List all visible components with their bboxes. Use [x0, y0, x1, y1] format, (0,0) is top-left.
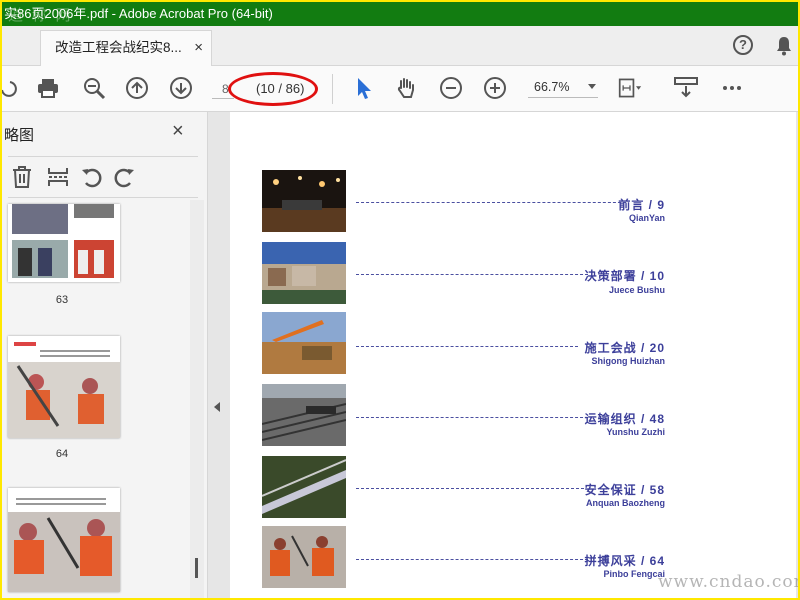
scrollbar-thumb[interactable]: [195, 558, 198, 578]
watermark-url: www.cndao.com: [658, 572, 798, 592]
bell-icon[interactable]: [775, 36, 793, 56]
toc-subtitle: Yunshu Zuzhi: [606, 427, 666, 437]
toc-photo: [262, 312, 346, 374]
toc-photo: [262, 384, 346, 446]
tab-close-icon[interactable]: ×: [194, 31, 203, 65]
main-toolbar: (10 / 86) 66.7%: [2, 66, 798, 112]
hand-icon[interactable]: [394, 76, 418, 100]
thumbnail-page[interactable]: [8, 488, 120, 592]
toc-dashed-line: [356, 488, 584, 489]
chevron-down-icon: [588, 84, 596, 89]
print-icon[interactable]: [36, 76, 60, 100]
toc-photo: [262, 170, 346, 232]
document-view[interactable]: 前言 / 9 QianYan 决策部署 / 10 Juece Bushu 施工会…: [226, 112, 798, 598]
toc-title[interactable]: 拼搏风采 / 64: [585, 552, 665, 569]
pane-close-icon[interactable]: ×: [172, 120, 184, 143]
toc-photo: [262, 242, 346, 304]
highlight-oval: [228, 72, 318, 106]
page-down-icon[interactable]: [169, 76, 193, 100]
zoom-search-icon[interactable]: [82, 76, 106, 100]
scroll-mode-icon[interactable]: [674, 76, 698, 100]
thumbnail-image: [8, 336, 120, 438]
thumbnail-page[interactable]: [8, 336, 120, 438]
pane-title: 略图: [4, 127, 35, 144]
question-circle-icon[interactable]: ?: [733, 35, 753, 55]
tab-bar: 改造工程会战纪实8... × ?: [2, 26, 798, 66]
thumbnail-label: 64: [55, 448, 69, 460]
rotate-icon[interactable]: [2, 76, 20, 100]
toc-subtitle: Shigong Huizhan: [591, 356, 666, 366]
toolbar-divider: [332, 74, 333, 104]
thumbnail-scrollbar[interactable]: [190, 200, 204, 598]
thumbnail-page[interactable]: [8, 204, 120, 282]
app-window: 实86页2006年.pdf - Adobe Acrobat Pro (64-bi…: [2, 2, 798, 598]
toc-dashed-line: [356, 202, 626, 203]
collapse-arrow-icon[interactable]: [214, 402, 220, 412]
zoom-in-icon[interactable]: [483, 76, 507, 100]
pdf-page: 前言 / 9 QianYan 决策部署 / 10 Juece Bushu 施工会…: [230, 112, 796, 598]
toc-dashed-line: [356, 346, 578, 347]
toc-title[interactable]: 施工会战 / 20: [585, 339, 665, 356]
tab-label: 改造工程会战纪实8...: [55, 40, 182, 55]
toc-dashed-line: [356, 274, 588, 275]
toc-dashed-line: [356, 417, 588, 418]
thumbnail-image: [12, 204, 114, 278]
toc-title[interactable]: 运输组织 / 48: [585, 410, 665, 427]
watermark-logo: 道 称 网: [8, 6, 73, 24]
insert-page-icon[interactable]: [46, 165, 70, 189]
pane-splitter[interactable]: [208, 112, 226, 598]
toc-title[interactable]: 决策部署 / 10: [585, 267, 665, 284]
toc-subtitle: Juece Bushu: [608, 285, 665, 295]
zoom-value: 66.7%: [534, 80, 570, 94]
thumbnail-label: 63: [55, 294, 69, 306]
toc-subtitle: Pinbo Fengcai: [603, 569, 665, 579]
pane-toolbar: [8, 156, 198, 198]
more-icon[interactable]: [720, 76, 744, 100]
tab-document[interactable]: 改造工程会战纪实8... ×: [40, 30, 212, 66]
rotate-right-icon[interactable]: [112, 165, 136, 189]
thumbnail-image: [8, 488, 120, 592]
trash-icon[interactable]: [10, 165, 34, 189]
toc-photo: [262, 456, 346, 518]
thumbnail-list: 63 64: [2, 200, 190, 598]
window-titlebar: 实86页2006年.pdf - Adobe Acrobat Pro (64-bi…: [2, 2, 798, 26]
toc-photo: [262, 526, 346, 588]
toc-subtitle: QianYan: [628, 213, 665, 223]
zoom-out-icon[interactable]: [439, 76, 463, 100]
toc-dashed-line: [356, 559, 588, 560]
toc-subtitle: Anquan Baozheng: [586, 498, 665, 508]
page-fit-icon[interactable]: [618, 76, 642, 100]
thumbnail-pane: 略图 × 63 64: [2, 112, 208, 598]
toc-title[interactable]: 前言 / 9: [618, 196, 665, 213]
page-up-icon[interactable]: [125, 76, 149, 100]
toc-title[interactable]: 安全保证 / 58: [585, 481, 665, 498]
zoom-select[interactable]: 66.7%: [528, 80, 598, 98]
select-arrow-icon[interactable]: [352, 76, 376, 100]
rotate-left-icon[interactable]: [80, 165, 104, 189]
